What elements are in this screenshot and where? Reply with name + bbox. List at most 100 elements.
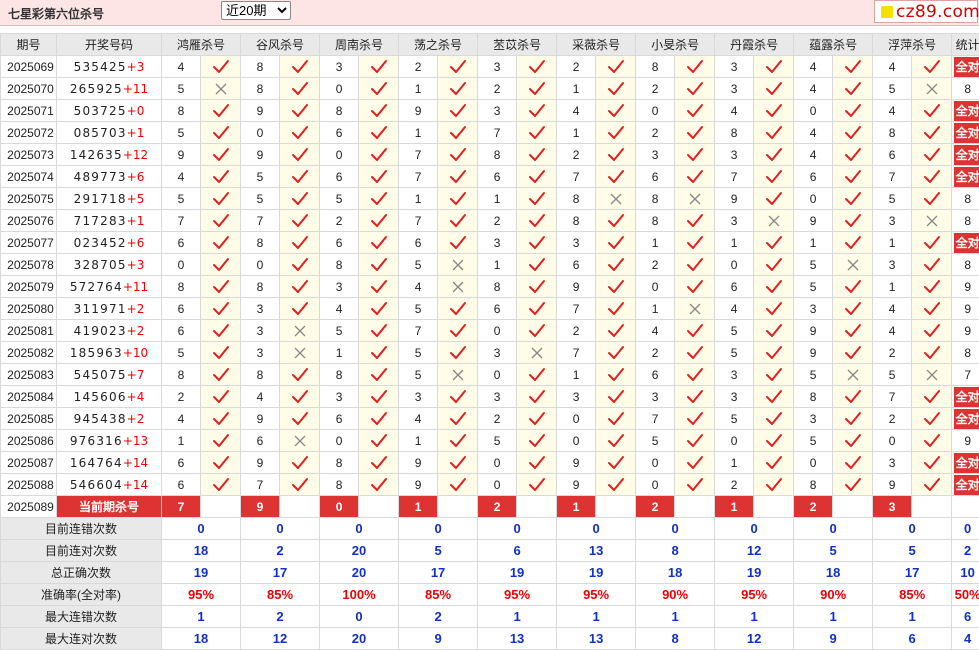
result-right	[438, 56, 478, 78]
kill-number: 8	[557, 188, 596, 210]
kill-number: 4	[873, 56, 912, 78]
result-right	[675, 144, 715, 166]
check-icon	[765, 59, 783, 75]
result-right	[359, 232, 399, 254]
result-right	[833, 408, 873, 430]
result-right	[754, 452, 794, 474]
check-icon	[923, 257, 941, 273]
draw-digits: 945438	[74, 412, 127, 426]
result-right	[596, 386, 636, 408]
check-icon	[449, 103, 467, 119]
result-right	[201, 56, 241, 78]
check-icon	[844, 345, 862, 361]
check-icon	[449, 191, 467, 207]
result-right	[833, 122, 873, 144]
kill-number: 6	[636, 166, 675, 188]
result-right	[754, 122, 794, 144]
all-right-badge: 全对	[954, 387, 979, 407]
issue-number: 2025084	[1, 386, 57, 408]
check-icon	[370, 433, 388, 449]
site-logo[interactable]: cz89.com	[874, 0, 978, 23]
check-icon	[765, 169, 783, 185]
draw-digits: 265925	[70, 82, 123, 96]
check-icon	[370, 477, 388, 493]
kill-number: 0	[636, 474, 675, 496]
check-icon	[686, 147, 704, 163]
result-right	[438, 298, 478, 320]
kill-number: 2	[636, 122, 675, 144]
kill-number: 8	[794, 386, 833, 408]
result-right	[754, 364, 794, 386]
summary-value: 50%	[952, 584, 979, 606]
check-icon	[370, 257, 388, 273]
result-wrong	[280, 320, 320, 342]
result-right	[675, 166, 715, 188]
result-right	[833, 144, 873, 166]
result-wrong	[517, 342, 557, 364]
result-right	[201, 342, 241, 364]
result-right	[517, 474, 557, 496]
period-select[interactable]: 近20期	[221, 1, 291, 20]
kill-number: 4	[636, 320, 675, 342]
check-icon	[844, 323, 862, 339]
kill-number: 5	[873, 364, 912, 386]
result-right	[675, 100, 715, 122]
draw-numbers: 572764+11	[57, 276, 162, 298]
kill-number: 5	[715, 408, 754, 430]
summary-value: 20	[320, 628, 399, 650]
draw-numbers: 291718+5	[57, 188, 162, 210]
check-icon	[528, 235, 546, 251]
result-right	[359, 276, 399, 298]
check-icon	[291, 411, 309, 427]
kill-number: 6	[162, 232, 201, 254]
all-right-badge: 全对	[954, 453, 979, 473]
kill-number: 2	[636, 78, 675, 100]
kill-number: 8	[162, 276, 201, 298]
result-right	[517, 386, 557, 408]
check-icon	[212, 147, 230, 163]
kill-number: 2	[478, 78, 517, 100]
result-right	[517, 166, 557, 188]
summary-label: 准确率(全对率)	[1, 584, 162, 606]
kill-number: 1	[399, 188, 438, 210]
check-icon	[528, 301, 546, 317]
check-icon	[212, 59, 230, 75]
kill-number-table: 期号开奖号码鸿雁杀号谷风杀号周南杀号荡之杀号苤苡杀号采薇杀号小旻杀号丹霞杀号蕴露…	[0, 33, 979, 650]
kill-number: 5	[794, 254, 833, 276]
check-icon	[370, 191, 388, 207]
summary-value: 17	[241, 562, 320, 584]
table-row: 2025079572764+1188348906519	[1, 276, 979, 298]
kill-number: 1	[399, 122, 438, 144]
empty-cell	[438, 496, 478, 518]
check-icon	[923, 169, 941, 185]
result-right	[833, 386, 873, 408]
result-right	[280, 386, 320, 408]
result-wrong	[912, 364, 952, 386]
check-icon	[765, 411, 783, 427]
stat-cell: 7	[952, 364, 979, 386]
check-icon	[844, 389, 862, 405]
kill-number: 3	[636, 386, 675, 408]
cross-icon	[925, 82, 939, 96]
kill-number: 0	[241, 254, 280, 276]
result-right	[596, 408, 636, 430]
result-wrong	[675, 188, 715, 210]
cross-icon	[609, 192, 623, 206]
summary-row: 最大连错次数12021111116	[1, 606, 979, 628]
check-icon	[765, 147, 783, 163]
check-icon	[212, 411, 230, 427]
summary-value: 100%	[320, 584, 399, 606]
check-icon	[528, 323, 546, 339]
summary-value: 95%	[715, 584, 794, 606]
check-icon	[765, 301, 783, 317]
kill-number: 8	[636, 188, 675, 210]
check-icon	[844, 235, 862, 251]
issue-number: 2025076	[1, 210, 57, 232]
check-icon	[844, 103, 862, 119]
current-issue: 2025089	[1, 496, 57, 518]
result-right	[596, 210, 636, 232]
result-right	[754, 56, 794, 78]
check-icon	[844, 191, 862, 207]
cross-icon	[214, 82, 228, 96]
kill-number: 8	[241, 232, 280, 254]
